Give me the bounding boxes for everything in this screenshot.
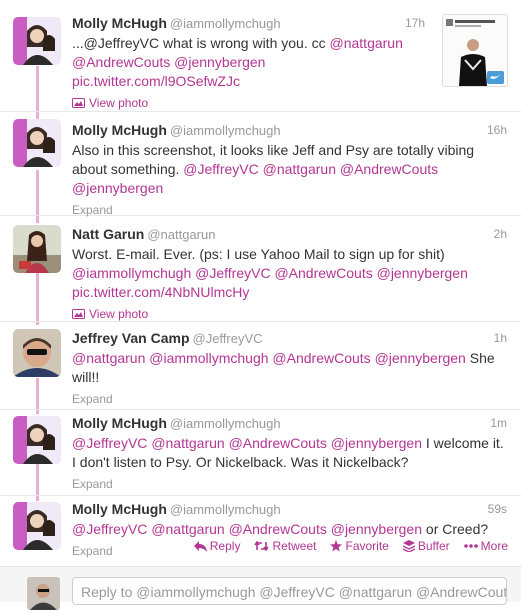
action-label: View photo [89, 96, 149, 110]
view-photo-link[interactable]: View photo [72, 96, 507, 110]
mention-link[interactable]: @iammollymchugh [72, 265, 191, 281]
author-name[interactable]: Molly McHugh [72, 501, 167, 517]
avatar[interactable] [13, 17, 61, 65]
mention-link[interactable]: @jennybergen [375, 350, 466, 366]
tweet-text: @JeffreyVC @nattgarun @AndrewCouts @jenn… [72, 520, 507, 539]
action-label: Expand [72, 203, 113, 217]
photo-icon [72, 98, 85, 108]
photo-icon [72, 309, 85, 319]
author-handle[interactable]: @JeffreyVC [193, 331, 263, 346]
tweet[interactable]: Natt Garun @nattgarun 2h Worst. E-mail. Ev… [0, 216, 521, 322]
mention-link[interactable]: @nattgarun [263, 161, 336, 177]
tweet[interactable]: Molly McHugh @iammollymchugh 16h Also in t… [0, 112, 521, 217]
tweet-timestamp[interactable]: 1h [494, 329, 507, 347]
tweet[interactable]: Molly McHugh @iammollymchugh 59s @JeffreyV… [0, 496, 521, 566]
tweet-timestamp[interactable]: 1m [490, 414, 507, 432]
mention-link[interactable]: @jennybergen [377, 265, 468, 281]
tweet-text: Also in this screenshot, it looks like J… [72, 141, 507, 198]
author-handle[interactable]: @iammollymchugh [170, 16, 281, 31]
tweet-timestamp[interactable]: 2h [494, 225, 507, 243]
favorite-label: Favorite [345, 539, 389, 553]
avatar[interactable] [13, 119, 61, 167]
more-label: More [480, 539, 508, 553]
mention-link[interactable]: @AndrewCouts [72, 54, 170, 70]
favorite-button[interactable]: Favorite [330, 539, 389, 553]
retweet-button[interactable]: Retweet [254, 539, 316, 553]
expand-link[interactable]: Expand [72, 392, 507, 406]
tweet-timestamp[interactable]: 59s [488, 500, 507, 518]
avatar[interactable] [13, 416, 61, 464]
tweet-text: @JeffreyVC @nattgarun @AndrewCouts @jenn… [72, 434, 507, 472]
expand-link[interactable]: Expand [72, 203, 507, 217]
mention-link[interactable]: @AndrewCouts [340, 161, 438, 177]
expand-link[interactable]: Expand [72, 477, 507, 491]
buffer-icon [402, 540, 415, 552]
view-photo-link[interactable]: View photo [72, 307, 507, 321]
reply-bar: Reply to @iammollymchugh @JeffreyVC @nat… [0, 566, 521, 610]
action-label: View photo [89, 307, 149, 321]
mention-link[interactable]: @nattgarun [151, 521, 224, 537]
mention-link[interactable]: @AndrewCouts [229, 435, 327, 451]
tweet-text-segment: or Creed? [422, 521, 489, 537]
mention-link[interactable]: @JeffreyVC [72, 521, 147, 537]
tweet[interactable]: Molly McHugh @iammollymchugh 17h ...@Jeffr… [0, 0, 521, 112]
conversation-timeline: Molly McHugh @iammollymchugh 17h ...@Jeffr… [0, 0, 521, 610]
more-dots-icon [463, 544, 478, 548]
photo-url-link[interactable]: pic.twitter.com/4NbNUlmcHy [72, 284, 249, 300]
more-button[interactable]: More [463, 539, 508, 553]
mention-link[interactable]: @nattgarun [330, 35, 403, 51]
author-handle[interactable]: @iammollymchugh [170, 123, 281, 138]
tweet-timestamp[interactable]: 17h [405, 14, 425, 32]
author-handle[interactable]: @iammollymchugh [170, 416, 281, 431]
tweet[interactable]: Molly McHugh @iammollymchugh 1m @JeffreyVC… [0, 410, 521, 496]
author-name[interactable]: Molly McHugh [72, 122, 167, 138]
mention-link[interactable]: @iammollymchugh [149, 350, 268, 366]
author-name[interactable]: Natt Garun [72, 226, 144, 242]
author-name[interactable]: Molly McHugh [72, 15, 167, 31]
photo-url-link[interactable]: pic.twitter.com/l9OSefwZJc [72, 73, 240, 89]
action-label: Expand [72, 392, 113, 406]
action-label: Expand [72, 544, 113, 558]
mention-link[interactable]: @AndrewCouts [274, 265, 372, 281]
author-handle[interactable]: @iammollymchugh [170, 502, 281, 517]
mention-link[interactable]: @jennybergen [331, 521, 422, 537]
author-name[interactable]: Molly McHugh [72, 415, 167, 431]
mention-link[interactable]: @JeffreyVC [72, 435, 147, 451]
tweet-text: ...@JeffreyVC what is wrong with you. cc… [72, 34, 432, 91]
reply-icon [193, 540, 207, 552]
retweet-label: Retweet [272, 539, 317, 553]
avatar[interactable] [13, 502, 61, 550]
tweet-text-segment: Worst. E-mail. Ever. (ps: I use Yahoo Ma… [72, 246, 445, 262]
buffer-label: Buffer [417, 539, 450, 553]
avatar [27, 577, 60, 610]
mention-link[interactable]: @JeffreyVC [195, 265, 270, 281]
avatar[interactable] [13, 225, 61, 273]
tweet-text-segment: ...@JeffreyVC what is wrong with you. cc [72, 35, 330, 51]
mention-link[interactable]: @nattgarun [72, 350, 145, 366]
star-icon [330, 540, 343, 552]
retweet-icon [254, 541, 270, 551]
buffer-button[interactable]: Buffer [402, 539, 450, 553]
tweet-text: @nattgarun @iammollymchugh @AndrewCouts … [72, 349, 507, 387]
avatar[interactable] [13, 329, 61, 377]
tweet-actions: Reply Retweet Favorite Buffer More [193, 539, 508, 553]
reply-button[interactable]: Reply [193, 539, 241, 553]
mention-link[interactable]: @nattgarun [151, 435, 224, 451]
mention-link[interactable]: @JeffreyVC [183, 161, 258, 177]
action-label: Expand [72, 477, 113, 491]
photo-thumbnail[interactable] [442, 14, 508, 87]
author-handle[interactable]: @nattgarun [147, 227, 215, 242]
tweet-timestamp[interactable]: 16h [487, 121, 507, 139]
reply-label: Reply [209, 539, 241, 553]
tweet-text: Worst. E-mail. Ever. (ps: I use Yahoo Ma… [72, 245, 507, 302]
mention-link[interactable]: @jennybergen [331, 435, 422, 451]
tweet[interactable]: Jeffrey Van Camp @JeffreyVC 1h @nattgarun … [0, 322, 521, 410]
mention-link[interactable]: @jennybergen [72, 180, 163, 196]
mention-link[interactable]: @jennybergen [174, 54, 265, 70]
mention-link[interactable]: @AndrewCouts [229, 521, 327, 537]
author-name[interactable]: Jeffrey Van Camp [72, 330, 190, 346]
mention-link[interactable]: @AndrewCouts [272, 350, 370, 366]
